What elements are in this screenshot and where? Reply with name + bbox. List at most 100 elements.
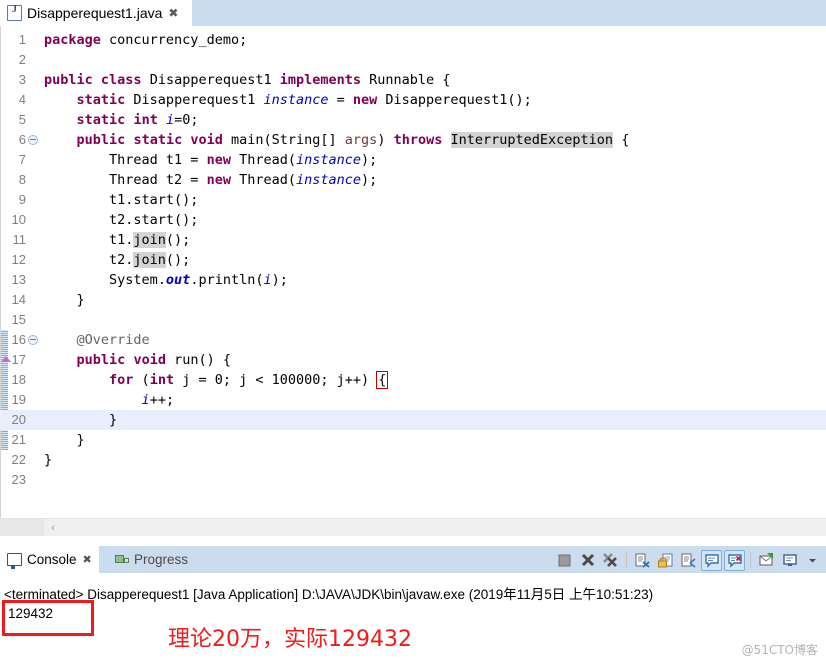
line-number: 21 (11, 432, 26, 447)
java-file-icon (7, 4, 22, 21)
code-editor[interactable]: 1 package concurrency_demo; 2 3 public class… (0, 26, 826, 518)
code-line[interactable]: 9 t1.start(); (0, 190, 826, 210)
code-line[interactable]: 3 public class Disapperequest1 implements… (0, 70, 826, 90)
line-number: 23 (11, 472, 26, 487)
line-number: 5 (18, 112, 26, 127)
open-console-menu-button[interactable] (802, 550, 823, 571)
code-text: } (44, 292, 85, 308)
code-line[interactable]: 20 } (0, 410, 826, 430)
code-text: static int i=0; (76, 112, 199, 128)
double-x-icon (600, 550, 621, 571)
code-text: static Disapperequest1 instance = new Di… (76, 92, 532, 108)
tab-console-label: Console (27, 552, 77, 567)
line-number: 3 (18, 72, 26, 87)
console-output-panel[interactable]: <terminated> Disapperequest1 [Java Appli… (0, 573, 826, 664)
editor-horizontal-scrollbar[interactable]: ‹ (0, 518, 826, 536)
tab-progress[interactable]: Progress (108, 546, 195, 573)
editor-tab-label: Disapperequest1.java (27, 4, 163, 21)
remove-launch-button[interactable] (577, 550, 598, 571)
code-line[interactable]: 10 t2.start(); (0, 210, 826, 230)
scrollbar-thumb[interactable] (0, 519, 44, 536)
code-text: Thread t2 = new Thread(instance); (44, 172, 378, 188)
code-line[interactable]: 12 t2.join(); (0, 250, 826, 270)
line-number: 10 (11, 212, 26, 227)
console-err-icon (725, 551, 744, 570)
line-number: 15 (11, 312, 26, 327)
code-text: public static void main(String[] args) t… (76, 132, 630, 148)
code-line[interactable]: 18 for (int j = 0; j < 100000; j++) { (0, 370, 826, 390)
code-text: Thread t1 = new Thread(instance); (44, 152, 378, 168)
line-number: 4 (18, 92, 26, 107)
code-text: public void run() { (76, 352, 231, 368)
display-console-icon (779, 550, 800, 571)
fold-collapse-icon[interactable] (28, 135, 38, 145)
code-line[interactable]: 17 public void run() { (0, 350, 826, 370)
scroll-left-icon[interactable]: ‹ (44, 519, 62, 536)
line-number: 13 (11, 272, 26, 287)
code-line[interactable]: 11 t1.join(); (0, 230, 826, 250)
code-line[interactable]: 1 package concurrency_demo; (0, 30, 826, 50)
tab-console[interactable]: Console ✖ (0, 546, 99, 573)
line-number: 12 (11, 252, 26, 267)
watermark: @51CTO博客 (741, 643, 818, 657)
clear-console-button[interactable] (632, 550, 653, 571)
code-line[interactable]: 14 } (0, 290, 826, 310)
code-line[interactable]: 13 System.out.println(i); (0, 270, 826, 290)
code-line[interactable]: 19 i++; (0, 390, 826, 410)
line-number: 7 (18, 152, 26, 167)
word-wrap-button[interactable] (678, 550, 699, 571)
code-text: @Override (76, 332, 150, 348)
tab-progress-label: Progress (134, 552, 189, 567)
code-line[interactable]: 7 Thread t1 = new Thread(instance); (0, 150, 826, 170)
code-line[interactable]: 2 (0, 50, 826, 70)
code-text: t1.join(); (44, 232, 191, 248)
console-icon (7, 553, 22, 569)
code-text: for (int j = 0; j < 100000; j++) { (109, 371, 389, 389)
show-console-on-error-button[interactable] (724, 549, 745, 571)
line-number: 20 (11, 412, 26, 427)
line-number: 19 (11, 392, 26, 407)
line-number: 1 (18, 32, 26, 47)
display-selected-console-button[interactable] (779, 550, 800, 571)
pin-console-button[interactable] (756, 550, 777, 571)
code-text: } (44, 412, 118, 428)
console-out-icon (702, 551, 721, 570)
code-line[interactable]: 22} (0, 450, 826, 470)
close-icon[interactable]: ✖ (168, 7, 178, 19)
code-line[interactable]: 21 } (0, 430, 826, 450)
separator-1 (626, 552, 627, 568)
code-line[interactable]: 6 public static void main(String[] args)… (0, 130, 826, 150)
editor-tab-disapperequest1[interactable]: Disapperequest1.java ✖ (0, 0, 192, 26)
fold-collapse-icon[interactable] (28, 335, 38, 345)
code-line[interactable]: 15 (0, 310, 826, 330)
code-line[interactable]: 23 (0, 470, 826, 490)
code-text: package concurrency_demo; (44, 32, 248, 48)
terminate-button[interactable] (554, 550, 575, 571)
close-icon[interactable]: ✖ (83, 553, 92, 566)
code-line[interactable]: 8 Thread t2 = new Thread(instance); (0, 170, 826, 190)
editor-tab-bar: Disapperequest1.java ✖ (0, 0, 826, 26)
remove-all-terminated-button[interactable] (600, 550, 621, 571)
code-line[interactable]: 5 static int i=0; (0, 110, 826, 130)
pin-icon (756, 550, 777, 571)
code-text: t1.start(); (44, 192, 199, 208)
line-number: 14 (11, 292, 26, 307)
clear-console-icon (632, 550, 653, 571)
code-area[interactable]: 1 package concurrency_demo; 2 3 public class… (0, 26, 826, 518)
code-text: t2.join(); (44, 252, 191, 268)
code-text: } (44, 432, 85, 448)
line-number: 22 (11, 452, 26, 467)
line-number: 6 (18, 132, 26, 147)
code-text: t2.start(); (44, 212, 199, 228)
code-line[interactable]: 4 static Disapperequest1 instance = new … (0, 90, 826, 110)
code-text: } (44, 452, 53, 468)
annotation-text: 理论20万，实际129432 (168, 627, 412, 652)
console-status-line: <terminated> Disapperequest1 [Java Appli… (4, 587, 654, 602)
stop-square-icon (554, 550, 575, 571)
line-number: 16 (11, 332, 26, 347)
code-text: i++; (141, 392, 175, 408)
scroll-lock-button[interactable] (655, 550, 676, 571)
chevron-down-icon (802, 550, 823, 571)
code-line[interactable]: 16 @Override (0, 330, 826, 350)
show-console-on-output-button[interactable] (701, 549, 722, 571)
